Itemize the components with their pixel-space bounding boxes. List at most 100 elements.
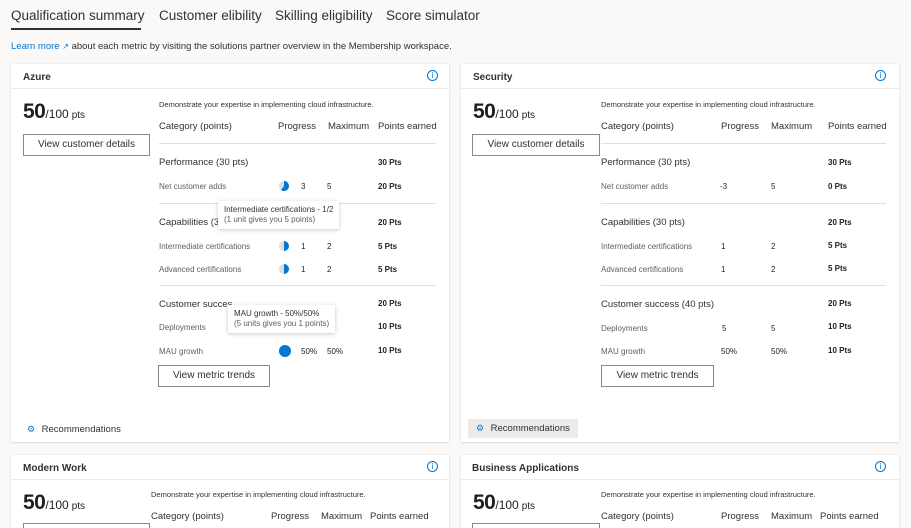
score: 50/100 pts xyxy=(473,100,535,124)
col-progress-header: Progress xyxy=(278,121,317,132)
score-unit: pts xyxy=(71,501,86,512)
col-category-header: Category (points) xyxy=(159,121,232,132)
deployments-label: Deployments xyxy=(601,324,648,333)
tab-bar: Qualification summary Customer elibility… xyxy=(0,0,911,34)
customer-success-label: Customer succes xyxy=(159,299,233,310)
divider xyxy=(601,203,886,204)
advanced-certifications-maximum: 2 xyxy=(327,265,332,274)
score-value: 50 xyxy=(473,491,496,514)
score-max: /100 xyxy=(45,498,69,512)
intermediate-certifications-label: Intermediate certifications xyxy=(159,242,251,251)
mau-growth-label: MAU growth xyxy=(159,347,204,356)
mau-growth-points: 10 Pts xyxy=(378,346,402,355)
divider xyxy=(461,479,899,480)
col-progress-header: Progress xyxy=(721,511,760,522)
advanced-certifications-points: 5 Pts xyxy=(828,264,848,273)
col-maximum-header: Maximum xyxy=(328,121,370,132)
col-maximum-header: Maximum xyxy=(321,511,363,522)
deployments-points: 10 Pts xyxy=(828,322,852,331)
view-customer-details-button[interactable]: View customer details xyxy=(472,134,600,156)
recommendations-button[interactable]: ⚙ Recommendations xyxy=(23,422,125,437)
progress-pie-icon[interactable] xyxy=(279,241,289,251)
recommendations-button[interactable]: ⚙ Recommendations xyxy=(468,419,578,438)
col-progress-header: Progress xyxy=(271,511,310,522)
intermediate-certifications-progress: 1 xyxy=(721,242,726,251)
performance-points: 30 Pts xyxy=(378,158,402,167)
recommendations-icon: ⚙ xyxy=(27,425,36,435)
intermediate-certifications-tooltip: Intermediate certifications - 1/2 (1 uni… xyxy=(218,201,340,229)
col-points-earned-header: Points earned xyxy=(820,511,879,522)
active-tab-indicator xyxy=(11,28,141,30)
recommendations-label: Recommendations xyxy=(490,423,570,434)
info-icon[interactable]: i xyxy=(427,461,438,472)
intermediate-certifications-progress: 1 xyxy=(301,242,306,251)
deployments-label: Deployments xyxy=(159,323,206,332)
tab-customer-eligibility[interactable]: Customer elibility xyxy=(159,8,262,23)
advanced-certifications-progress: 1 xyxy=(301,265,306,274)
score-value: 50 xyxy=(23,100,46,123)
security-card: Security i 50/100 pts View customer detai… xyxy=(461,64,899,442)
net-customer-adds-label: Net customer adds xyxy=(159,182,227,191)
info-line: Learn more ↗ about each metric by visiti… xyxy=(11,41,452,52)
col-points-earned-header: Points earned xyxy=(828,121,887,132)
view-metric-trends-button[interactable]: View metric trends xyxy=(601,365,714,387)
intermediate-certifications-maximum: 2 xyxy=(771,242,776,251)
tab-skilling-eligibility[interactable]: Skilling eligibility xyxy=(275,8,373,23)
info-icon[interactable]: i xyxy=(427,70,438,81)
divider xyxy=(601,285,886,286)
mau-growth-points: 10 Pts xyxy=(828,346,852,355)
score-unit: pts xyxy=(521,501,536,512)
mau-growth-maximum: 50% xyxy=(771,347,788,356)
col-progress-header: Progress xyxy=(721,121,760,132)
net-customer-adds-maximum: 5 xyxy=(771,182,776,191)
divider xyxy=(11,479,449,480)
divider xyxy=(601,143,886,144)
view-customer-details-button[interactable] xyxy=(23,523,150,528)
deployments-progress: 5 xyxy=(722,324,727,333)
customer-success-points: 20 Pts xyxy=(378,299,402,308)
learn-more-link[interactable]: Learn more xyxy=(11,41,60,52)
tab-score-simulator[interactable]: Score simulator xyxy=(386,8,480,23)
divider xyxy=(461,88,899,89)
divider xyxy=(159,285,436,286)
advanced-certifications-progress: 1 xyxy=(721,265,726,274)
divider xyxy=(11,88,449,89)
advanced-certifications-label: Advanced certifications xyxy=(601,265,684,274)
info-icon[interactable]: i xyxy=(875,461,886,472)
advanced-certifications-maximum: 2 xyxy=(771,265,776,274)
view-customer-details-button[interactable] xyxy=(472,523,600,528)
advanced-certifications-points: 5 Pts xyxy=(378,265,398,274)
card-description: Demonstrate your expertise in implementi… xyxy=(159,100,374,109)
score: 50/100 pts xyxy=(23,491,85,515)
external-link-icon: ↗ xyxy=(62,42,69,51)
intermediate-certifications-label: Intermediate certifications xyxy=(601,242,693,251)
performance-label: Performance (30 pts) xyxy=(601,157,691,168)
net-customer-adds-progress: 3 xyxy=(301,182,306,191)
card-description: Demonstrate your expertise in implementi… xyxy=(151,490,366,499)
net-customer-adds-label: Net customer adds xyxy=(601,182,669,191)
progress-pie-icon[interactable] xyxy=(279,264,289,274)
capabilities-label: Capabilities (3 xyxy=(159,217,220,228)
tab-qualification-summary[interactable]: Qualification summary xyxy=(11,8,145,23)
col-points-earned-header: Points earned xyxy=(378,121,437,132)
mau-growth-tooltip: MAU growth - 50%/50% (5 units gives you … xyxy=(228,305,336,333)
view-metric-trends-button[interactable]: View metric trends xyxy=(158,365,270,387)
customer-success-points: 20 Pts xyxy=(828,299,852,308)
progress-pie-icon[interactable] xyxy=(279,181,289,191)
col-category-header: Category (points) xyxy=(151,511,224,522)
card-title: Business Applications xyxy=(472,463,579,474)
progress-pie-icon[interactable] xyxy=(279,345,291,357)
score-unit: pts xyxy=(521,110,536,121)
business-applications-card: Business Applications i 50/100 pts Demons… xyxy=(461,455,899,528)
card-title: Modern Work xyxy=(23,463,87,474)
performance-label: Performance (30 pts) xyxy=(159,157,249,168)
col-category-header: Category (points) xyxy=(601,511,674,522)
performance-points: 30 Pts xyxy=(828,158,852,167)
col-maximum-header: Maximum xyxy=(771,511,813,522)
info-icon[interactable]: i xyxy=(875,70,886,81)
deployments-maximum: 5 xyxy=(771,324,776,333)
mau-growth-progress: 50% xyxy=(301,347,318,356)
net-customer-adds-points: 0 Pts xyxy=(828,182,848,191)
view-customer-details-button[interactable]: View customer details xyxy=(23,134,150,156)
recommendations-icon: ⚙ xyxy=(476,424,485,434)
